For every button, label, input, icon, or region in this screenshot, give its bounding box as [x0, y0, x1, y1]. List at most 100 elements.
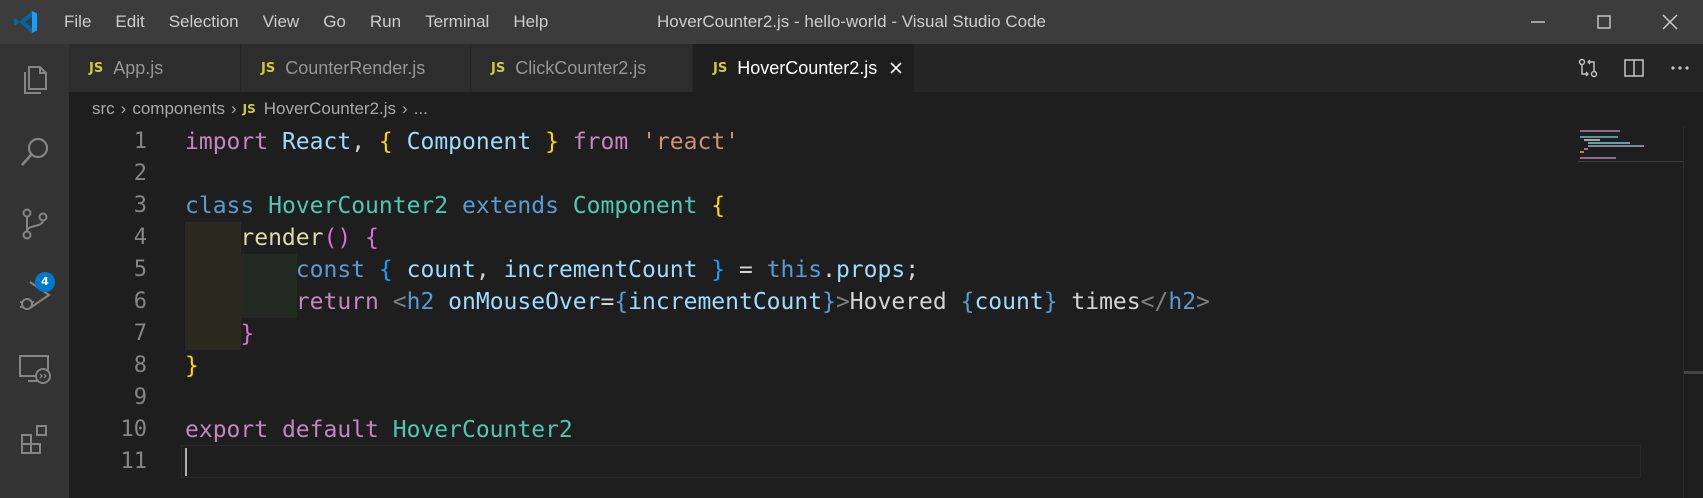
- minimap-line: [1588, 142, 1630, 144]
- code-token: React: [281, 129, 352, 155]
- code-editor[interactable]: 1 import React, { Component } from 'react…: [69, 126, 1703, 498]
- menu-edit[interactable]: Edit: [103, 0, 156, 44]
- activity-extensions[interactable]: [0, 404, 69, 476]
- code-token: this: [766, 257, 823, 283]
- source-control-icon: [22, 208, 47, 240]
- code-token: count: [974, 289, 1044, 315]
- code-token: times: [1057, 289, 1141, 315]
- breadcrumb-item-src[interactable]: src: [92, 99, 115, 119]
- code-line[interactable]: 9: [69, 382, 1569, 414]
- menu-help[interactable]: Help: [501, 0, 560, 44]
- code-token: =: [725, 257, 767, 283]
- code-line[interactable]: 6 return <h2 onMouseOver={incrementCount…: [69, 286, 1569, 318]
- code-line[interactable]: 1 import React, { Component } from 'react…: [69, 126, 1569, 158]
- code-token: .: [822, 257, 836, 283]
- code-token: (): [323, 225, 352, 251]
- tab-close-button[interactable]: [889, 61, 903, 75]
- breadcrumb-item-components[interactable]: components: [132, 99, 225, 119]
- code-token: Component: [406, 129, 532, 155]
- tab-hovercounter2-js[interactable]: JS HoverCounter2.js: [693, 44, 915, 92]
- code-token: }: [711, 257, 726, 283]
- line-number: 5: [133, 257, 147, 282]
- code-token: <: [392, 289, 407, 315]
- editor-actions: [1565, 44, 1703, 92]
- source-control-badge: 4: [35, 272, 55, 292]
- open-changes-button[interactable]: [1565, 44, 1611, 92]
- code-line[interactable]: 4 render() {: [69, 222, 1569, 254]
- vertical-scrollbar[interactable]: [1683, 126, 1703, 498]
- close-window-button[interactable]: [1637, 0, 1703, 44]
- minimap-line: [1584, 148, 1588, 150]
- js-file-icon: JS: [242, 102, 256, 116]
- code-line[interactable]: 3 class HoverCounter2 extends Component {: [69, 190, 1569, 222]
- minimap-line: [1580, 157, 1616, 159]
- code-line[interactable]: 5 const { count, incrementCount } = this…: [69, 254, 1569, 286]
- code-text: class HoverCounter2 extends Component {: [185, 190, 725, 222]
- tab-app-js[interactable]: JS App.js: [69, 44, 241, 92]
- code-token: class: [185, 193, 255, 219]
- activity-search[interactable]: [0, 116, 69, 188]
- menu-run[interactable]: Run: [358, 0, 413, 44]
- minimize-button[interactable]: [1505, 0, 1571, 44]
- split-editor-button[interactable]: [1611, 44, 1657, 92]
- code-token: h2: [1168, 289, 1197, 315]
- code-token: {: [960, 289, 975, 315]
- code-token: ,: [475, 257, 504, 283]
- activity-remote-explorer[interactable]: [0, 332, 69, 404]
- js-file-icon: JS: [491, 60, 506, 76]
- breadcrumb-item-symbols[interactable]: ...: [414, 99, 428, 119]
- code-token: }: [1043, 289, 1058, 315]
- more-icon: [1671, 66, 1689, 70]
- activity-run-debug[interactable]: [0, 260, 69, 332]
- code-token: onMouseOver: [448, 289, 601, 315]
- chevron-right-icon: ›: [230, 99, 237, 118]
- vscode-logo-icon[interactable]: [0, 0, 52, 44]
- code-line[interactable]: 7 }: [69, 318, 1569, 350]
- minimap-viewport: [1578, 161, 1683, 162]
- code-token: }: [240, 321, 255, 347]
- code-token: Hovered: [849, 289, 961, 315]
- more-actions-button[interactable]: [1657, 44, 1703, 92]
- tab-label: CounterRender.js: [285, 57, 426, 78]
- code-text: export default HoverCounter2: [185, 414, 573, 446]
- tab-clickcounter2-js[interactable]: JS ClickCounter2.js: [471, 44, 693, 92]
- tab-counterrender-js[interactable]: JS CounterRender.js: [241, 44, 471, 92]
- menu-selection[interactable]: Selection: [157, 0, 251, 44]
- code-line[interactable]: 2: [69, 158, 1569, 190]
- code-token: {: [614, 289, 629, 315]
- line-number: 11: [120, 449, 148, 474]
- menu-terminal[interactable]: Terminal: [413, 0, 501, 44]
- activity-bar: 4: [0, 44, 69, 498]
- code-line[interactable]: 8}: [69, 350, 1569, 382]
- activity-explorer[interactable]: [0, 44, 69, 116]
- code-token: incrementCount: [628, 289, 823, 315]
- code-line[interactable]: 10 export default HoverCounter2: [69, 414, 1569, 446]
- breadcrumb: src › components › JS HoverCounter2.js ›…: [69, 92, 1703, 126]
- maximize-icon: [1597, 15, 1611, 29]
- minimap[interactable]: [1578, 126, 1683, 498]
- search-icon: [20, 137, 48, 166]
- code-token: HoverCounter2: [268, 193, 449, 219]
- menu-go[interactable]: Go: [311, 0, 358, 44]
- code-token: {: [378, 257, 393, 283]
- maximize-button[interactable]: [1571, 0, 1637, 44]
- compare-changes-icon: [1578, 58, 1598, 78]
- code-text: render() {: [185, 222, 379, 254]
- line-number: 10: [120, 417, 148, 442]
- editor-tabs: JS App.js JS CounterRender.js JS ClickCo…: [69, 44, 1703, 92]
- minimap-line: [1580, 151, 1584, 153]
- activity-source-control[interactable]: [0, 188, 69, 260]
- menu-view[interactable]: View: [251, 0, 312, 44]
- close-icon: [1662, 14, 1678, 30]
- breadcrumb-item-file[interactable]: HoverCounter2.js: [264, 99, 396, 119]
- title-bar: File Edit Selection View Go Run Terminal…: [0, 0, 1703, 44]
- vscode-window: File Edit Selection View Go Run Terminal…: [0, 0, 1703, 498]
- js-file-icon: JS: [261, 60, 276, 76]
- menu-file[interactable]: File: [52, 0, 103, 44]
